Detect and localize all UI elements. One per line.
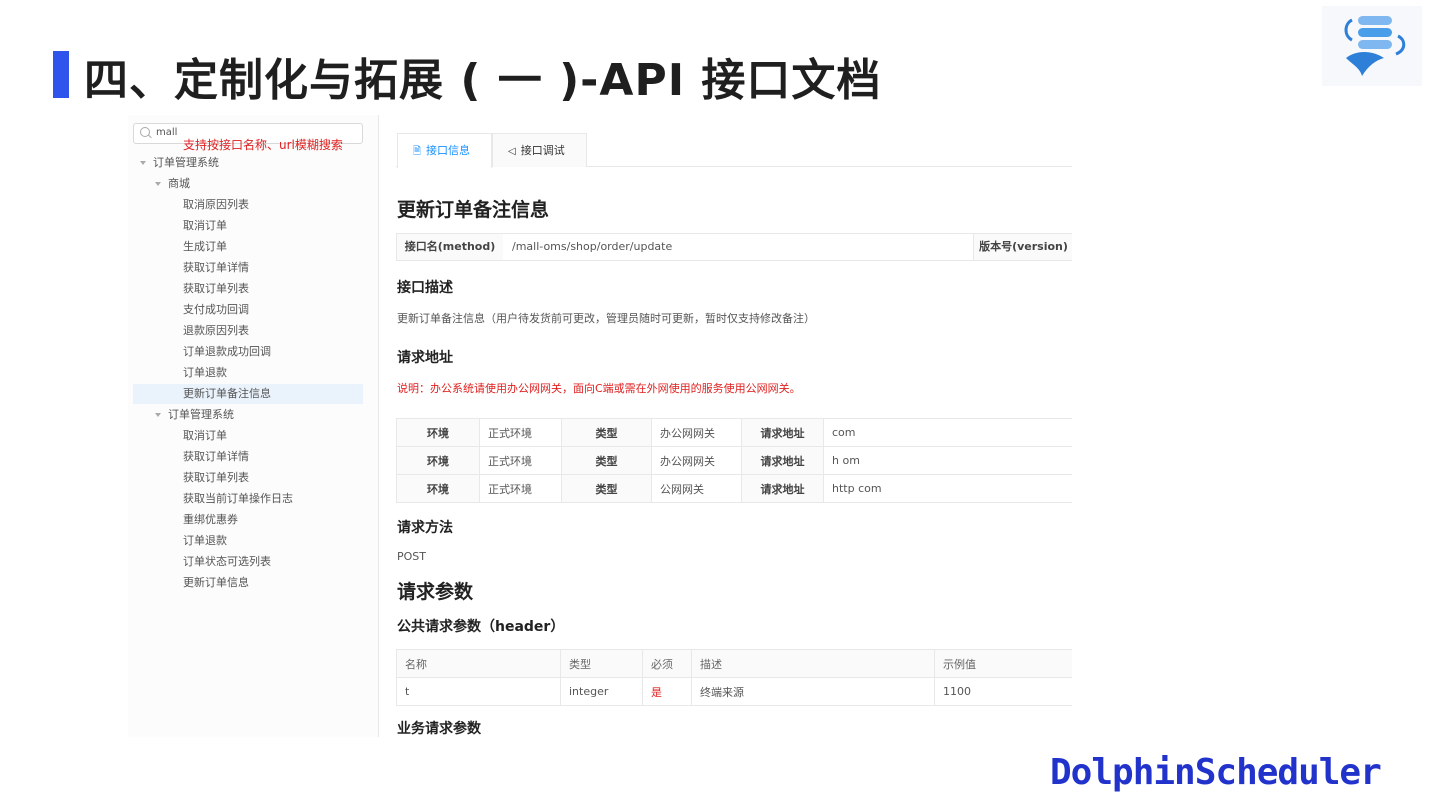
tree-subgroup[interactable]: 商城 <box>155 174 190 194</box>
search-hint: 支持按接口名称、url模糊搜索 <box>183 138 343 152</box>
api-tree-sidebar: mall 支持按接口名称、url模糊搜索 订单管理系统 商城 取消原因列表 取消… <box>128 115 378 737</box>
desc-heading: 接口描述 <box>397 280 453 296</box>
header-params-table: 名称 类型 必须 描述 示例值 t integer 是 终端来源 1100 <box>396 649 1072 706</box>
tree-item[interactable]: 获取当前订单操作日志 <box>183 489 293 509</box>
addr-note: 说明：办公系统请使用办公网网关，面向C端或需在外网使用的服务使用公网网关。 <box>397 382 801 395</box>
tree-item[interactable]: 获取订单列表 <box>183 279 249 299</box>
col-header: 类型 <box>560 649 643 678</box>
tab-bar: 🗎 接口信息 ◁ 接口调试 <box>396 133 1072 168</box>
url-label: 请求地址 <box>741 474 824 503</box>
url-value: h om <box>823 446 1072 475</box>
api-title: 更新订单备注信息 <box>397 199 550 221</box>
api-doc-screenshot: mall 支持按接口名称、url模糊搜索 订单管理系统 商城 取消原因列表 取消… <box>128 115 1072 737</box>
tree-item[interactable]: 订单退款 <box>183 531 227 551</box>
slide-title: 四、定制化与拓展 ( 一 )-API 接口文档 <box>84 55 882 106</box>
document-icon: 🗎 <box>413 146 422 157</box>
env-label: 环境 <box>396 418 480 447</box>
tree-item[interactable]: 取消原因列表 <box>183 195 249 215</box>
caret-down-icon <box>140 161 146 165</box>
env-label: 环境 <box>396 474 480 503</box>
param-example: 1100 <box>934 677 1072 706</box>
param-desc: 终端来源 <box>691 677 935 706</box>
col-header: 示例值 <box>934 649 1072 678</box>
tree-item[interactable]: 支付成功回调 <box>183 300 249 320</box>
param-name: t <box>396 677 561 706</box>
table-row: 环境 正式环境 类型 办公网网关 请求地址 com <box>396 418 1072 447</box>
param-type: integer <box>560 677 643 706</box>
biz-params-heading: 业务请求参数 <box>397 721 481 737</box>
search-icon <box>140 127 150 137</box>
header-params-heading: 公共请求参数（header） <box>397 619 565 635</box>
tab-api-info[interactable]: 🗎 接口信息 <box>397 133 492 168</box>
search-value: mall <box>156 127 178 138</box>
url-label: 请求地址 <box>741 446 824 475</box>
type-label: 类型 <box>561 418 652 447</box>
method-label: 接口名(method) <box>397 234 503 260</box>
env-value: 正式环境 <box>479 474 562 503</box>
method-row: 接口名(method) /mall-oms/shop/order/update … <box>396 233 1072 261</box>
brand-wordmark: DolphinScheduler <box>1050 752 1382 793</box>
method-text: POST <box>397 550 426 563</box>
desc-text: 更新订单备注信息（用户待发货前可更改，管理员随时可更新，暂时仅支持修改备注） <box>397 312 815 325</box>
col-header: 名称 <box>396 649 561 678</box>
version-label: 版本号(version) <box>973 234 1072 260</box>
table-row: 环境 正式环境 类型 办公网网关 请求地址 h om <box>396 446 1072 475</box>
table-header-row: 名称 类型 必须 描述 示例值 <box>396 649 1072 678</box>
col-header: 必须 <box>642 649 692 678</box>
type-label: 类型 <box>561 446 652 475</box>
table-row: 环境 正式环境 类型 公网网关 请求地址 http com <box>396 474 1072 503</box>
tree-item[interactable]: 获取订单列表 <box>183 468 249 488</box>
title-accent-bar <box>53 51 69 98</box>
tree-item[interactable]: 获取订单详情 <box>183 258 249 278</box>
param-required: 是 <box>642 677 692 706</box>
tree-group[interactable]: 订单管理系统 <box>140 153 219 173</box>
tree-item[interactable]: 退款原因列表 <box>183 321 249 341</box>
tree-item[interactable]: 订单退款 <box>183 363 227 383</box>
col-header: 描述 <box>691 649 935 678</box>
tree-item[interactable]: 获取订单详情 <box>183 447 249 467</box>
method-heading: 请求方法 <box>397 520 453 536</box>
url-value: com <box>823 418 1072 447</box>
dolphinscheduler-logo-icon <box>1322 6 1422 86</box>
tree-item-selected[interactable]: 更新订单备注信息 <box>133 384 363 404</box>
method-value: /mall-oms/shop/order/update <box>512 240 673 253</box>
pane-divider <box>378 115 379 737</box>
tree-item[interactable]: 订单状态可选列表 <box>183 552 271 572</box>
tree-item[interactable]: 订单退款成功回调 <box>183 342 271 362</box>
table-row: t integer 是 终端来源 1100 <box>396 677 1072 706</box>
caret-down-icon <box>155 413 161 417</box>
send-icon: ◁ <box>508 146 516 157</box>
env-value: 正式环境 <box>479 418 562 447</box>
caret-down-icon <box>155 182 161 186</box>
tree-item[interactable]: 重绑优惠券 <box>183 510 238 530</box>
url-label: 请求地址 <box>741 418 824 447</box>
tree-item[interactable]: 取消订单 <box>183 216 227 236</box>
tree-item[interactable]: 更新订单信息 <box>183 573 249 593</box>
env-table: 环境 正式环境 类型 办公网网关 请求地址 com 环境 正式环境 类型 办公网… <box>396 418 1072 503</box>
type-value: 办公网网关 <box>651 418 742 447</box>
api-detail-pane: 🗎 接口信息 ◁ 接口调试 更新订单备注信息 接口名(method) /mall-o… <box>396 115 1072 737</box>
tree-group[interactable]: 订单管理系统 <box>155 405 234 425</box>
type-value: 办公网网关 <box>651 446 742 475</box>
type-label: 类型 <box>561 474 652 503</box>
url-value: http com <box>823 474 1072 503</box>
tree-item[interactable]: 生成订单 <box>183 237 227 257</box>
env-label: 环境 <box>396 446 480 475</box>
tab-api-debug[interactable]: ◁ 接口调试 <box>492 133 587 167</box>
params-heading: 请求参数 <box>397 581 474 603</box>
tree-item[interactable]: 取消订单 <box>183 426 227 446</box>
addr-heading: 请求地址 <box>397 350 453 366</box>
type-value: 公网网关 <box>651 474 742 503</box>
env-value: 正式环境 <box>479 446 562 475</box>
